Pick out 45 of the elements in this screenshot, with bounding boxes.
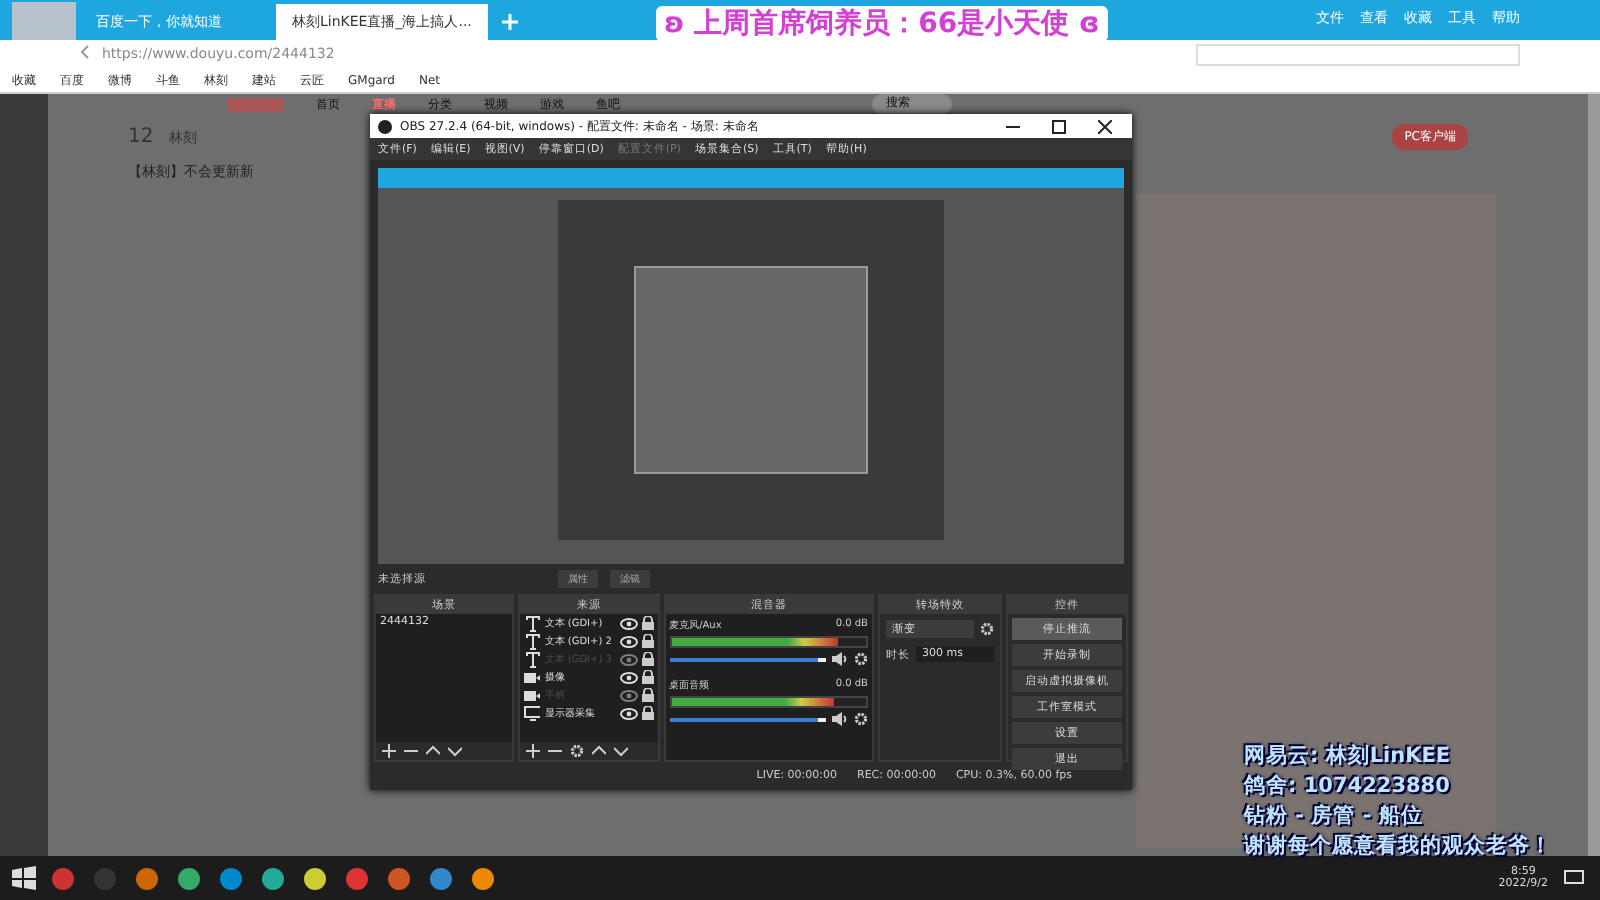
eye-icon[interactable]: [619, 707, 638, 719]
lock-icon[interactable]: [641, 670, 654, 684]
lock-icon[interactable]: [641, 634, 654, 648]
taskbar-app-icon[interactable]: [216, 863, 246, 893]
eye-icon[interactable]: [619, 617, 638, 629]
monitor-icon: [524, 705, 541, 721]
remove-icon[interactable]: [404, 744, 418, 758]
remove-icon[interactable]: [548, 744, 563, 758]
settings-icon[interactable]: [853, 712, 868, 726]
taskbar-app-icon[interactable]: [258, 863, 288, 893]
search-field[interactable]: [1196, 43, 1520, 65]
stream-info-line: 鸽舍: 1074223880: [1244, 772, 1452, 800]
up-icon[interactable]: [426, 744, 440, 758]
taskbar-app-icon[interactable]: [174, 863, 204, 893]
speaker-icon[interactable]: [831, 652, 848, 666]
level-number: 12: [128, 126, 154, 148]
taskbar-app-icon[interactable]: [426, 863, 456, 893]
eye-icon[interactable]: [619, 635, 638, 647]
add-icon[interactable]: [526, 744, 541, 758]
eye-icon[interactable]: [619, 671, 638, 683]
taskbar-app-icon[interactable]: [300, 863, 330, 893]
app-logo-icon: [378, 119, 392, 133]
lock-icon[interactable]: [641, 688, 654, 702]
camera-icon: [524, 671, 541, 683]
window-thumbnail: [12, 2, 76, 40]
stream-info-line: 网易云: 林刻LinKEE: [1244, 742, 1453, 770]
stream-info-line: 钻粉 - 房管 - 船位: [1244, 802, 1425, 830]
start-icon[interactable]: [12, 866, 36, 890]
lock-icon[interactable]: [641, 706, 654, 720]
stream-info-line: 谢谢每个愿意看我的观众老爷！: [1244, 832, 1552, 860]
down-icon[interactable]: [448, 744, 462, 758]
taskbar-app-icon[interactable]: [132, 863, 162, 893]
up-icon[interactable]: [592, 744, 607, 758]
overlay-title: ʚ 上周首席饲养员：66是小天使 ɞ: [656, 6, 1108, 42]
lock-icon[interactable]: [641, 652, 654, 666]
speaker-icon[interactable]: [831, 712, 848, 726]
site-logo: [228, 97, 284, 111]
add-icon[interactable]: [382, 744, 396, 758]
settings-icon[interactable]: [853, 652, 868, 666]
taskbar-app-icon[interactable]: [468, 863, 498, 893]
settings-icon[interactable]: [570, 744, 585, 758]
camera-icon: [524, 689, 541, 701]
down-icon[interactable]: [614, 744, 629, 758]
settings-icon[interactable]: [980, 622, 995, 636]
lock-icon[interactable]: [641, 616, 654, 630]
